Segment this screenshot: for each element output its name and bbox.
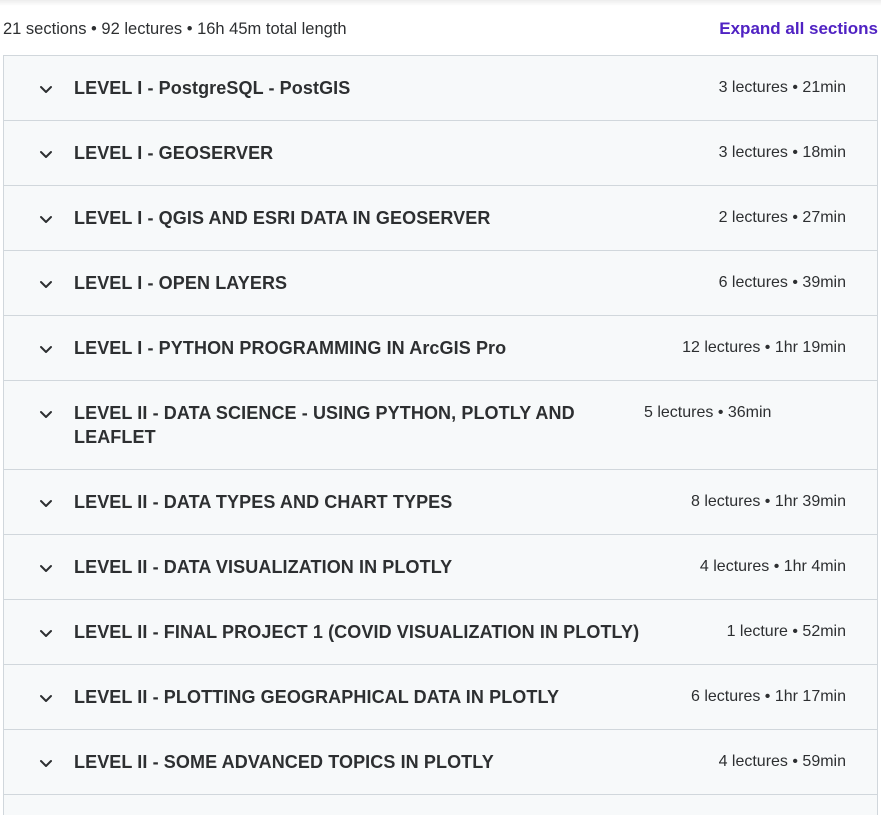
- section-header[interactable]: LEVEL I - GEOSERVER 3 lectures • 18min: [4, 121, 877, 186]
- section-title: LEVEL II - PLOTTING GEOGRAPHICAL DATA IN…: [74, 687, 560, 707]
- chevron-down-icon: [38, 276, 54, 292]
- chevron-down-icon: [38, 625, 54, 641]
- section-title: LEVEL I - QGIS AND ESRI DATA IN GEOSERVE…: [74, 208, 491, 228]
- section-content-summary: 12 lectures • 1hr 19min: [682, 339, 846, 356]
- chevron-down-icon: [38, 406, 54, 422]
- curriculum-summary: 21 sections • 92 lectures • 16h 45m tota…: [3, 19, 347, 38]
- section-content-summary: 6 lectures • 39min: [718, 274, 846, 291]
- chevron-down-icon: [38, 690, 54, 706]
- section-title: LEVEL II - DATA SCIENCE - USING PYTHON, …: [74, 403, 575, 447]
- chevron-down-icon: [38, 495, 54, 511]
- section-header[interactable]: LEVEL II - DATA TYPES AND CHART TYPES 8 …: [4, 470, 877, 535]
- curriculum-summary-bar: 21 sections • 92 lectures • 16h 45m tota…: [0, 0, 881, 56]
- section-content-summary: 4 lectures • 59min: [718, 753, 846, 770]
- section-title: LEVEL I - GEOSERVER: [74, 143, 274, 163]
- chevron-down-icon: [38, 341, 54, 357]
- section-title: LEVEL I - OPEN LAYERS: [74, 273, 288, 293]
- chevron-down-icon: [38, 755, 54, 771]
- section-header[interactable]: LEVEL II - PLOTTING GEOGRAPHICAL DATA IN…: [4, 665, 877, 730]
- section-header[interactable]: LEVEL II - DATA VISUALIZATION IN PLOTLY …: [4, 535, 877, 600]
- section-header[interactable]: LEVEL I - OPEN LAYERS 6 lectures • 39min: [4, 251, 877, 316]
- section-content-summary: 3 lectures • 21min: [718, 79, 846, 96]
- section-title: LEVEL II - FINAL PROJECT 1 (COVID VISUAL…: [74, 622, 640, 642]
- section-content-summary: 5 lectures • 36min: [644, 404, 772, 421]
- section-header[interactable]: LEVEL I - PYTHON PROGRAMMING IN ArcGIS P…: [4, 316, 877, 381]
- section-content-summary: 3 lectures • 18min: [718, 144, 846, 161]
- section-title: LEVEL II - DATA TYPES AND CHART TYPES: [74, 492, 453, 512]
- section-header[interactable]: LEVEL II - DATA SCIENCE - USING PYTHON, …: [4, 381, 877, 470]
- chevron-down-icon: [38, 560, 54, 576]
- section-content-summary: 1 lecture • 52min: [726, 623, 846, 640]
- section-title: LEVEL II - DATA VISUALIZATION IN PLOTLY: [74, 557, 453, 577]
- chevron-down-icon: [38, 146, 54, 162]
- section-header[interactable]: LEVEL I - QGIS AND ESRI DATA IN GEOSERVE…: [4, 186, 877, 251]
- chevron-down-icon: [38, 211, 54, 227]
- section-content-summary: 6 lectures • 1hr 17min: [690, 688, 846, 705]
- section-content-summary: 8 lectures • 1hr 39min: [690, 493, 846, 510]
- section-header-partial[interactable]: [4, 795, 877, 815]
- section-header[interactable]: LEVEL II - FINAL PROJECT 1 (COVID VISUAL…: [4, 600, 877, 665]
- section-content-summary: 4 lectures • 1hr 4min: [699, 558, 846, 575]
- section-title: LEVEL I - PYTHON PROGRAMMING IN ArcGIS P…: [74, 338, 507, 358]
- section-title: LEVEL II - SOME ADVANCED TOPICS IN PLOTL…: [74, 752, 494, 772]
- expand-all-sections-button[interactable]: Expand all sections: [719, 19, 878, 39]
- chevron-down-icon: [38, 81, 54, 97]
- section-content-summary: 2 lectures • 27min: [718, 209, 846, 226]
- section-title: LEVEL I - PostgreSQL - PostGIS: [74, 78, 351, 98]
- section-header[interactable]: LEVEL II - SOME ADVANCED TOPICS IN PLOTL…: [4, 730, 877, 795]
- section-header[interactable]: LEVEL I - PostgreSQL - PostGIS 3 lecture…: [4, 56, 877, 121]
- curriculum-section-list: LEVEL I - PostgreSQL - PostGIS 3 lecture…: [3, 55, 878, 815]
